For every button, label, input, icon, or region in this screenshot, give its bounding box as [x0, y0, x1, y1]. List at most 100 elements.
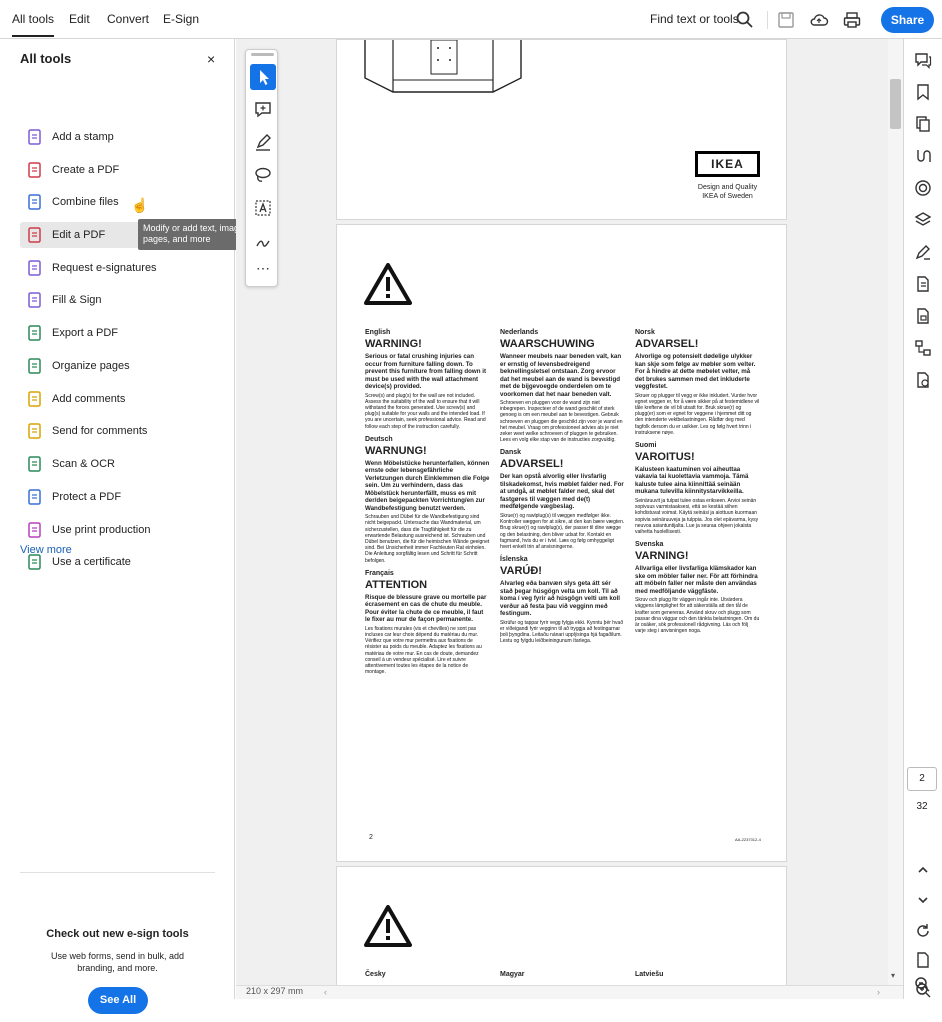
- warning-block: Íslenska VARÚÐ! Alvarleg eða banvæn slys g…: [500, 556, 625, 644]
- tool-label: Use a certificate: [52, 556, 131, 568]
- document-icon[interactable]: [914, 275, 932, 293]
- organize-icon[interactable]: [914, 339, 932, 357]
- tool-label: Create a PDF: [52, 164, 120, 176]
- top-toolbar: All tools Edit Convert E-Sign Find text …: [0, 0, 942, 39]
- tool-export-pdf[interactable]: Export a PDF: [20, 320, 215, 346]
- tab-e-sign[interactable]: E-Sign: [163, 12, 199, 26]
- highlight-tool-button[interactable]: [250, 129, 276, 155]
- pdf-page-2: English WARNING! Serious or fatal crushing…: [336, 224, 787, 862]
- layers-icon[interactable]: [914, 211, 932, 229]
- scan-icon[interactable]: [914, 371, 932, 389]
- select-tool-button[interactable]: [250, 64, 276, 90]
- more-tools-button[interactable]: ⋯: [250, 260, 276, 286]
- combine-files-icon: [28, 194, 41, 210]
- pen-icon: [256, 134, 271, 151]
- print-icon[interactable]: [842, 10, 862, 30]
- fill-sign-icon[interactable]: [914, 243, 932, 261]
- page-down-icon[interactable]: [914, 891, 932, 909]
- warning-warn: WARNUNG!: [365, 444, 427, 457]
- comments-icon[interactable]: [914, 51, 932, 69]
- stamp-tool-button[interactable]: [250, 228, 276, 254]
- comment-tool-button[interactable]: [250, 96, 276, 122]
- warning-lang: Suomi: [635, 441, 657, 449]
- tab-convert[interactable]: Convert: [107, 12, 149, 26]
- target-icon[interactable]: [914, 179, 932, 197]
- warning-warn: WAARSCHUWING: [500, 338, 595, 350]
- warning-warn: VAROITUS!: [635, 450, 695, 463]
- warning-bold: Kalusteen kaatuminen voi aiheuttaa vakav…: [635, 465, 749, 496]
- tool-protect-pdf[interactable]: Protect a PDF: [20, 484, 215, 510]
- organize-pages-icon: [28, 358, 41, 374]
- doc-code: AA-2237012-4: [735, 837, 761, 842]
- lasso-icon: [255, 167, 271, 182]
- scroll-right-icon[interactable]: ›: [877, 987, 880, 997]
- tool-label: Organize pages: [52, 360, 130, 372]
- warning-block: Dansk ADVARSEL! Der kan opstå alvorlig ell…: [500, 449, 625, 550]
- draw-tool-button[interactable]: [250, 162, 276, 188]
- scroll-left-icon[interactable]: ‹: [324, 987, 327, 997]
- tool-stamp[interactable]: Add a stamp: [20, 124, 215, 150]
- document-lock-icon[interactable]: [914, 307, 932, 325]
- scroll-thumb[interactable]: [890, 79, 901, 129]
- warning-warn: ADVARSEL!: [635, 338, 699, 350]
- warning-block: English WARNING! Serious or fatal crushing…: [365, 329, 490, 430]
- tool-request-signature[interactable]: Request e-signatures: [20, 255, 215, 281]
- cloud-upload-icon[interactable]: [809, 10, 829, 30]
- zoom-out-icon[interactable]: [913, 975, 931, 993]
- compare-icon[interactable]: [914, 147, 932, 165]
- warning-column-2: Nederlands WAARSCHUWING Wanneer meubels na…: [500, 329, 625, 650]
- tool-scan-ocr[interactable]: Scan & OCR: [20, 451, 215, 477]
- stamp-icon: [28, 129, 41, 145]
- close-panel-button[interactable]: ×: [207, 51, 215, 67]
- tool-organize-pages[interactable]: Organize pages: [20, 353, 215, 379]
- text-tool-button[interactable]: [250, 195, 276, 221]
- warning-small: Schrauben und Dübel für die Wandbefestig…: [365, 514, 490, 564]
- warning-small: Skruer og plugger til vegg er ikke inklu…: [635, 392, 760, 436]
- warning-bold: Allvarliga eller livsfarliga klämskador …: [635, 565, 758, 595]
- tool-add-comments[interactable]: Add comments: [20, 386, 215, 412]
- pages-icon[interactable]: [914, 115, 932, 133]
- bookmarks-icon[interactable]: [914, 83, 932, 101]
- page-up-icon[interactable]: [914, 861, 932, 879]
- tool-combine-files[interactable]: Combine files: [20, 189, 215, 215]
- warning-warn: VARÚÐ!: [500, 565, 542, 578]
- find-tools-label[interactable]: Find text or tools: [650, 12, 739, 26]
- warning-triangle-icon: [364, 905, 412, 947]
- tool-create-pdf[interactable]: Create a PDF: [20, 157, 215, 183]
- tool-send-comments[interactable]: Send for comments: [20, 418, 215, 444]
- scroll-down-icon[interactable]: ▾: [891, 971, 895, 980]
- warning-small: Seinäruuvit ja tulpat tulee ostaa erikse…: [635, 497, 759, 535]
- tab-all-tools[interactable]: All tools: [12, 12, 55, 37]
- request-signature-icon: [28, 260, 41, 276]
- warning-bold: Alvarleg eða banvæn slys geta átt sér st…: [500, 580, 620, 618]
- tool-fill-sign[interactable]: Fill & Sign: [20, 287, 215, 313]
- tool-label: Export a PDF: [52, 327, 119, 339]
- vertical-scrollbar[interactable]: ▾: [888, 39, 903, 985]
- quick-tools-bar: ⋯: [245, 49, 278, 287]
- horizontal-scrollbar[interactable]: ‹ ›: [236, 985, 903, 999]
- pdf-page-3: Česky Magyar Latviešu: [336, 866, 787, 985]
- page-view-icon[interactable]: [914, 951, 932, 969]
- edit-pdf-icon: [28, 227, 41, 243]
- warning-column-1: English WARNING! Serious or fatal crushing…: [365, 329, 490, 681]
- warning-bold: Wenn Möbelstücke herunterfallen, können …: [365, 459, 490, 512]
- current-page-input[interactable]: 2: [907, 767, 937, 791]
- save-icon[interactable]: [776, 10, 796, 30]
- search-icon[interactable]: [735, 10, 755, 30]
- tool-print-production[interactable]: Use print production: [20, 517, 215, 543]
- tool-label: Add a stamp: [52, 131, 114, 143]
- fill-sign-icon: [28, 292, 41, 308]
- warning-small: Schroeven en pluggen voor de wand zijn n…: [500, 400, 623, 444]
- text-box-icon: [255, 200, 271, 216]
- total-pages: 32: [916, 801, 928, 812]
- view-more-link[interactable]: View more: [20, 544, 72, 556]
- tool-label: Combine files: [52, 196, 119, 208]
- share-button[interactable]: Share: [881, 7, 934, 33]
- drag-handle[interactable]: [251, 53, 274, 56]
- rotate-icon[interactable]: [914, 922, 932, 940]
- tab-edit[interactable]: Edit: [69, 12, 90, 26]
- export-pdf-icon: [28, 325, 41, 341]
- all-tools-panel: All tools × Add a stamp Create a PDF Combi…: [0, 39, 235, 1014]
- see-all-button[interactable]: See All: [88, 987, 148, 1014]
- tool-label: Scan & OCR: [52, 458, 115, 470]
